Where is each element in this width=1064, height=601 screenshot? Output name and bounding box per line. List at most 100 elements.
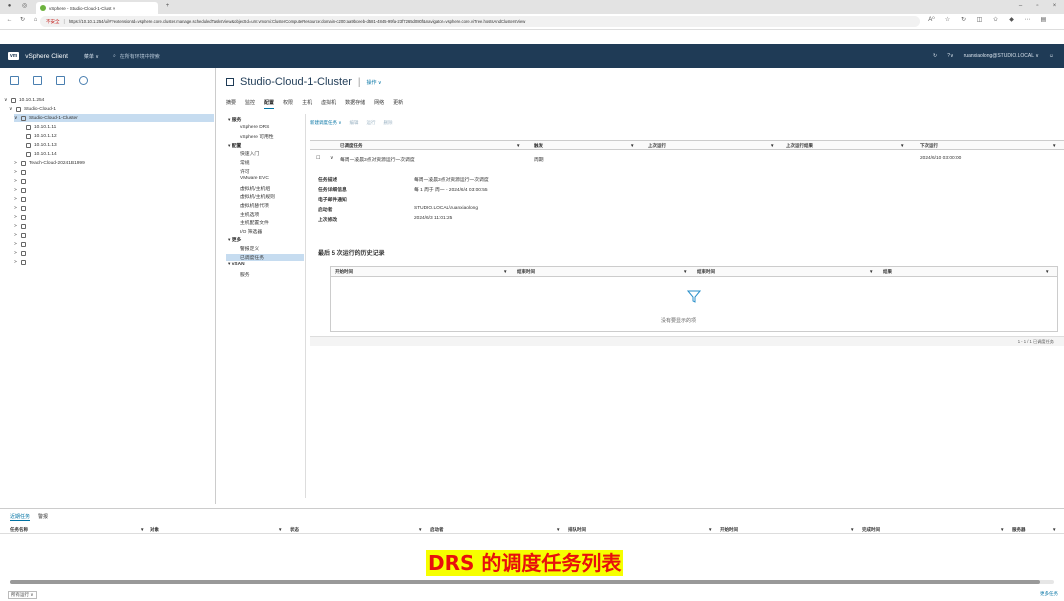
tab-alarms[interactable]: 警报 <box>38 513 48 521</box>
column-header[interactable]: 结束时间 <box>517 269 535 275</box>
filter-icon[interactable]: ▼ <box>503 269 507 274</box>
filter-icon[interactable]: ▼ <box>1045 269 1049 274</box>
tab-recent-tasks[interactable]: 近期任务 <box>10 513 31 521</box>
tree-expand-icon[interactable]: > <box>14 215 18 220</box>
tree-expand-icon[interactable]: ∨ <box>4 98 8 103</box>
tree-item[interactable]: > <box>14 195 204 203</box>
tree-item[interactable]: > <box>14 240 204 248</box>
filter-icon[interactable]: ▼ <box>278 527 282 532</box>
filter-icon[interactable]: ▼ <box>770 143 774 148</box>
settings-item[interactable]: 服务 <box>240 271 250 278</box>
settings-item[interactable]: 主机选项 <box>240 211 259 218</box>
networking-icon[interactable] <box>79 76 88 85</box>
tree-expand-icon[interactable]: > <box>14 206 18 211</box>
refresh-icon[interactable]: ↻ <box>933 53 937 59</box>
tree-item[interactable]: 10.10.1.11 <box>19 123 204 131</box>
vms-templates-icon[interactable] <box>33 76 42 85</box>
tree-item[interactable]: > <box>14 177 204 185</box>
filter-icon[interactable]: ▼ <box>1052 527 1056 532</box>
column-header[interactable]: 结束时间 <box>697 269 715 275</box>
browser-tab[interactable]: vSphere - Studio-Cloud-1-Clust × <box>36 2 158 14</box>
column-header[interactable]: 上次运行结果 <box>786 143 813 149</box>
reload-icon[interactable]: ↻ <box>19 17 26 24</box>
new-tab-icon[interactable]: + <box>164 3 171 10</box>
maximize-icon[interactable]: ▫ <box>1034 3 1041 10</box>
filter-icon[interactable]: ▼ <box>683 269 687 274</box>
tree-item[interactable]: > <box>14 186 204 194</box>
profile-icon[interactable]: ● <box>6 3 13 10</box>
sidebar-icon[interactable]: ▤ <box>1040 17 1047 24</box>
settings-item[interactable]: 警报定义 <box>240 245 259 252</box>
column-header[interactable]: 结果 <box>883 269 892 275</box>
settings-group-header[interactable]: ▾ 配置 <box>228 142 241 149</box>
favorites-icon[interactable]: ✩ <box>992 17 999 24</box>
minimize-icon[interactable]: – <box>1017 3 1024 10</box>
address-bar[interactable]: 不安全 | https://10.10.1.254/ui/#?extension… <box>40 16 920 27</box>
settings-item[interactable]: 虚拟机替代项 <box>240 202 269 209</box>
column-header[interactable]: 对象 <box>150 527 159 533</box>
object-tab[interactable]: 网络 <box>374 99 384 109</box>
tree-item[interactable]: > <box>14 213 204 221</box>
tree-item[interactable]: > Teach-Cloud-20241B1999 <box>14 159 204 167</box>
object-tab[interactable]: 更新 <box>393 99 403 109</box>
refresh-icon[interactable]: ↻ <box>960 17 967 24</box>
tree-item[interactable]: ∨ Studio-Cloud-1-Cluster <box>14 114 214 122</box>
filter-icon[interactable]: ▼ <box>869 269 873 274</box>
tree-item[interactable]: 10.10.1.14 <box>19 150 204 158</box>
filter-icon[interactable]: ▼ <box>900 143 904 148</box>
filter-icon[interactable]: ▼ <box>708 527 712 532</box>
global-search[interactable]: ⌕ 在所有环境中搜索 <box>113 53 160 60</box>
settings-item[interactable]: 许可 <box>240 168 250 175</box>
tree-expand-icon[interactable]: > <box>14 179 18 184</box>
tree-item[interactable]: > <box>14 231 204 239</box>
settings-group-header[interactable]: ▾ vSAN <box>228 262 245 267</box>
read-aloud-icon[interactable]: A⁰ <box>928 17 935 24</box>
settings-item[interactable]: 已调度任务 <box>226 253 304 261</box>
object-tab[interactable]: 配置 <box>264 99 275 109</box>
tree-expand-icon[interactable]: > <box>14 197 18 202</box>
user-menu[interactable]: ruanxiaolong@STUDIO.LOCAL ∨ <box>964 53 1039 59</box>
object-tab[interactable]: 主机 <box>302 99 312 109</box>
filter-icon[interactable]: ▼ <box>140 527 144 532</box>
horizontal-scrollbar[interactable] <box>10 580 1054 584</box>
filter-icon[interactable]: ▼ <box>556 527 560 532</box>
settings-item[interactable]: vSphere 可用性 <box>240 133 274 140</box>
storage-icon[interactable] <box>56 76 65 85</box>
filter-icon[interactable]: ▼ <box>850 527 854 532</box>
tree-item[interactable]: > <box>14 249 204 257</box>
not-secure-warning[interactable]: 不安全 <box>46 19 60 25</box>
split-screen-icon[interactable]: ◫ <box>976 17 983 24</box>
column-header[interactable]: 开始时间 <box>335 269 353 275</box>
tree-expand-icon[interactable]: > <box>14 170 18 175</box>
action-button[interactable]: 运行 <box>367 120 376 126</box>
column-header[interactable]: 任务名称 <box>10 527 28 533</box>
more-icon[interactable]: ⋯ <box>1024 17 1031 24</box>
settings-item[interactable]: VMware EVC <box>240 176 269 181</box>
action-button[interactable]: 编辑 <box>350 120 359 126</box>
settings-item[interactable]: 虚拟机/主机规则 <box>240 193 275 200</box>
tree-expand-icon[interactable]: > <box>14 233 18 238</box>
column-header[interactable]: 上次运行 <box>648 143 666 149</box>
filter-icon[interactable]: ▼ <box>1000 527 1004 532</box>
tree-expand-icon[interactable]: ∨ <box>14 116 18 121</box>
object-tab[interactable]: 数据存储 <box>345 99 365 109</box>
help-menu[interactable]: ?∨ <box>947 53 953 59</box>
column-header[interactable]: 触发 <box>534 143 543 149</box>
tree-expand-icon[interactable]: ∨ <box>9 107 13 112</box>
settings-group-header[interactable]: ▾ 更多 <box>228 236 241 243</box>
object-tab[interactable]: 虚拟机 <box>321 99 336 109</box>
tree-item[interactable]: 10.10.1.13 <box>19 141 204 149</box>
settings-group-header[interactable]: ▾ 服务 <box>228 116 241 123</box>
tree-expand-icon[interactable]: > <box>14 188 18 193</box>
settings-item[interactable]: 虚拟机/主机组 <box>240 185 270 192</box>
scrollbar-thumb[interactable] <box>10 580 1040 584</box>
task-filter-dropdown[interactable]: 所有运行 ∨ <box>8 591 37 599</box>
settings-item[interactable]: 主机配置文件 <box>240 219 269 226</box>
tree-item[interactable]: > <box>14 168 204 176</box>
column-header[interactable]: 启动者 <box>430 527 444 533</box>
tree-expand-icon[interactable]: > <box>14 224 18 229</box>
column-header[interactable]: 开始时间 <box>720 527 738 533</box>
filter-icon[interactable]: ▼ <box>1052 143 1056 148</box>
more-tasks-link[interactable]: 更多任务 <box>1040 591 1058 597</box>
action-button[interactable]: 删除 <box>384 120 393 126</box>
